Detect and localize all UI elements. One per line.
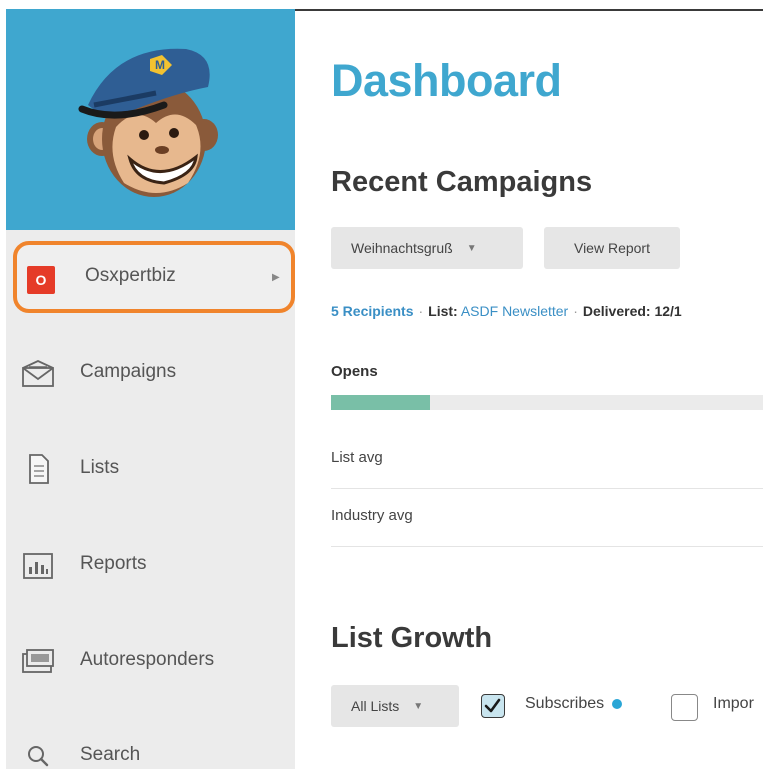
sidebar-item-lists[interactable]: Lists [6,448,295,488]
list-name-link[interactable]: ASDF Newsletter [461,303,568,319]
recipients-link[interactable]: 5 Recipients [331,303,413,319]
stat-row-label: Industry avg [331,507,413,524]
account-name: Osxpertbiz [85,265,176,286]
search-icon [28,746,49,767]
opens-progress-fill [331,395,431,410]
envelope-icon [22,360,54,387]
chevron-right-icon: ▶ [272,272,280,283]
chimp-logo-icon: M [78,48,218,197]
view-report-button[interactable]: View Report [544,227,680,269]
subscribes-legend-dot [612,698,623,709]
account-switcher[interactable]: O Osxpertbiz ▶ [13,241,295,313]
stat-row-label: List avg [331,449,383,466]
list-select-value: All Lists [351,698,400,714]
page-title: Dashboard [331,55,562,106]
sidebar-item-label: Campaigns [80,361,177,382]
chevron-down-icon: ▼ [466,242,477,254]
checkmark-icon [484,698,501,713]
sidebar: M O Osxpertbiz ▶ Campaigns Lists Reports… [6,9,295,769]
document-icon [29,454,49,484]
chevron-down-icon: ▼ [413,700,424,712]
delivered-value: 12/1 [654,303,682,319]
sidebar-item-search[interactable]: Search [6,735,295,775]
stat-row: List avg [331,431,763,489]
account-badge: O [27,266,55,294]
list-select[interactable]: All Lists ▼ [331,685,459,727]
sidebar-item-label: Reports [80,553,147,574]
main-content: Dashboard Recent Campaigns Weihnachtsgru… [295,11,763,769]
top-edge [0,0,763,11]
opens-label: Opens [331,363,378,380]
campaign-meta: 5 Recipients · List: ASDF Newsletter · Deliv… [331,303,682,319]
stat-row: Industry avg [331,489,763,547]
logo-area[interactable]: M [6,9,295,230]
sidebar-item-label: Autoresponders [80,649,215,670]
bar-chart-icon [23,553,53,579]
list-label: List: [428,303,458,319]
imports-label: Impor [713,695,754,712]
campaign-select[interactable]: Weihnachtsgruß ▼ [331,227,523,269]
delivered-label: Delivered: [582,303,651,319]
opens-progress-bar [331,395,763,410]
sidebar-item-label: Lists [80,457,120,478]
sidebar-item-autoresponders[interactable]: Autoresponders [6,640,295,680]
campaign-select-value: Weihnachtsgruß [351,240,453,256]
sidebar-item-label: Search [80,744,141,765]
list-growth-heading: List Growth [331,622,493,654]
subscribes-label: Subscribes [525,695,623,713]
recent-campaigns-heading: Recent Campaigns [331,166,593,198]
subscribes-checkbox[interactable] [481,694,505,718]
sidebar-item-campaigns[interactable]: Campaigns [6,352,295,392]
autoresponder-icon [22,649,54,673]
imports-checkbox[interactable] [671,694,698,721]
sidebar-item-reports[interactable]: Reports [6,544,295,584]
svg-text:M: M [155,58,165,72]
